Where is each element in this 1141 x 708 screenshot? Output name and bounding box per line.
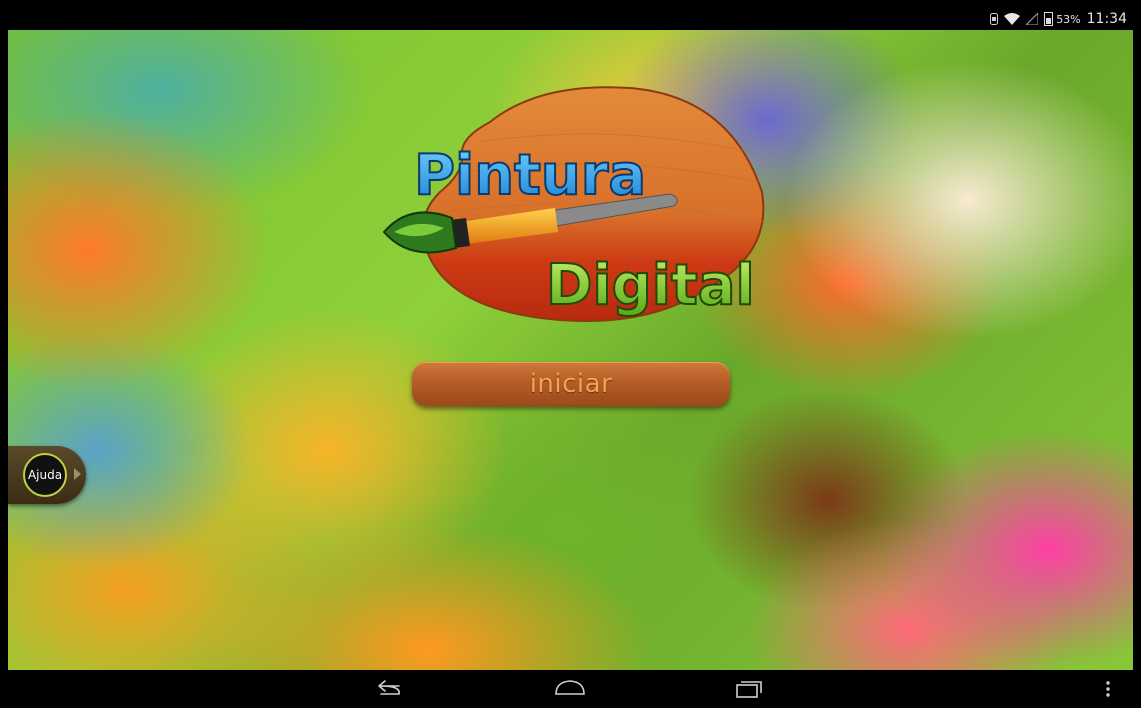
clock: 11:34 [1086,11,1127,27]
battery-icon [1044,12,1054,26]
overflow-menu-icon[interactable] [1104,678,1112,700]
back-icon[interactable] [373,678,403,700]
start-button-label: iniciar [529,369,613,399]
battery-percent: 53% [1056,12,1081,26]
help-tab[interactable]: Ajuda [8,446,86,504]
navigation-bar [8,670,1133,708]
sim-icon [990,13,999,25]
help-button[interactable]: Ajuda [23,453,67,497]
status-bar: 53% 11:34 [8,8,1133,30]
start-button[interactable]: iniciar [412,362,730,406]
logo-word-1: Pintura [414,143,646,208]
home-icon[interactable] [553,678,587,700]
splash-screen: Pintura Digital iniciar Ajuda [8,30,1133,670]
expand-arrow-icon[interactable] [74,468,81,480]
app-logo: Pintura Digital [382,86,766,323]
signal-icon [1026,13,1039,25]
logo-word-2: Digital [546,253,755,318]
android-screen: 53% 11:34 Pintura Digital iniciar Ajuda [0,0,1141,708]
status-icons: 53% 11:34 [990,10,1127,28]
recent-apps-icon[interactable] [733,678,763,700]
wifi-icon [1004,13,1021,25]
help-button-label: Ajuda [27,468,63,482]
